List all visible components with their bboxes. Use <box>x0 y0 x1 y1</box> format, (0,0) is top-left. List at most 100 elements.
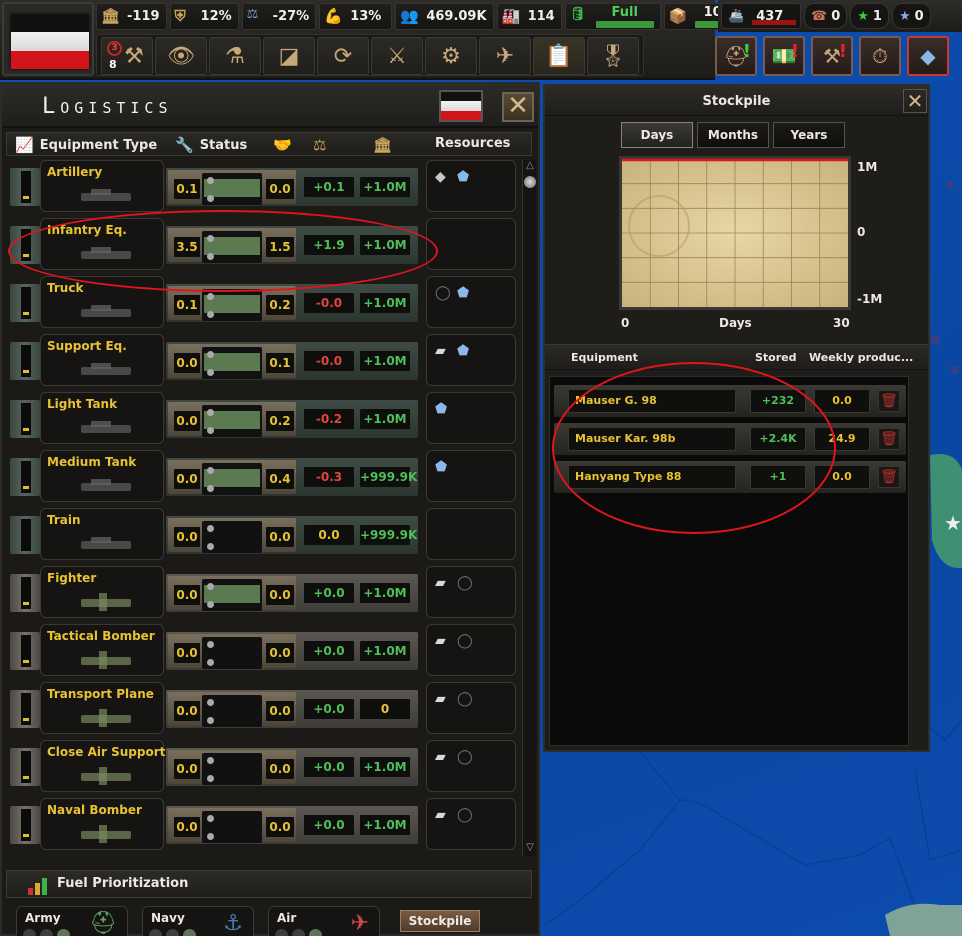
status-slider[interactable] <box>202 347 262 379</box>
logistics-country-flag[interactable] <box>439 90 483 122</box>
priority-dots[interactable] <box>23 929 70 936</box>
slider-knob[interactable] <box>207 427 214 434</box>
slider-knob[interactable] <box>207 235 214 242</box>
fuel-card-army[interactable]: Army ⛑ <box>16 906 128 936</box>
slider-knob[interactable] <box>207 253 214 260</box>
slider-knob[interactable] <box>207 717 214 724</box>
slider-knob[interactable] <box>207 293 214 300</box>
equipment-row[interactable]: Medium Tank 0.0 0.4 -0.3 +999.9K ⬟ <box>8 450 518 504</box>
slider-knob[interactable] <box>207 351 214 358</box>
fuel-card-navy[interactable]: Navy ⚓ <box>142 906 254 936</box>
country-flag-button[interactable] <box>2 2 94 76</box>
diplomacy-stat[interactable]: ☎ 0 <box>804 3 848 29</box>
slider-knob[interactable] <box>207 543 214 550</box>
equipment-row[interactable]: Tactical Bomber 0.0 0.0 +0.0 +1.0M ▰ ◯ <box>8 624 518 678</box>
priority-lever[interactable] <box>10 632 40 670</box>
slider-knob[interactable] <box>207 659 214 666</box>
manpower-percent[interactable]: 💪 13% <box>319 3 393 30</box>
green-star-stat[interactable]: ★ 1 <box>850 3 889 29</box>
tab-months[interactable]: Months <box>697 122 769 148</box>
slider-knob[interactable] <box>207 525 214 532</box>
equipment-row[interactable]: Train 0.0 0.0 0.0 +999.9K <box>8 508 518 562</box>
slider-knob[interactable] <box>207 311 214 318</box>
intelligence-button[interactable]: 👁 <box>155 37 207 75</box>
gavel-clock-alert-button[interactable]: ⏱ <box>859 36 901 76</box>
equipment-card[interactable]: Naval Bomber <box>40 798 164 850</box>
equipment-type-header[interactable]: 📈 Equipment Type <box>15 136 157 154</box>
status-header[interactable]: 🔧 Status <box>175 136 247 154</box>
money-alert-button[interactable]: 💵! <box>763 36 805 76</box>
priority-lever[interactable] <box>10 690 40 728</box>
scroll-up-icon[interactable]: △ <box>524 160 536 174</box>
slider-knob[interactable] <box>207 485 214 492</box>
stockpile-item-row[interactable]: Hanyang Type 88 +1 0.0 🗑 <box>554 461 906 493</box>
status-slider[interactable] <box>202 811 262 843</box>
priority-lever[interactable] <box>10 574 40 612</box>
equipment-row[interactable]: Transport Plane 0.0 0.0 +0.0 0 ▰ ◯ <box>8 682 518 736</box>
priority-lever[interactable] <box>10 748 40 786</box>
army-design-button[interactable]: ✈ <box>479 37 531 75</box>
equipment-column-header[interactable]: Equipment <box>571 351 638 364</box>
fuel-stockpile-button[interactable]: Stockpile <box>400 910 480 932</box>
resources-alert-button[interactable]: ◆ <box>907 36 949 76</box>
logistics-close-button[interactable]: ✕ <box>502 92 534 122</box>
equipment-card[interactable]: Train <box>40 508 164 560</box>
equipment-row[interactable]: Truck 0.1 0.2 -0.0 +1.0M ◯ ⬟ <box>8 276 518 330</box>
slider-knob[interactable] <box>207 699 214 706</box>
stockpile-close-button[interactable]: ✕ <box>903 89 927 113</box>
slider-knob[interactable] <box>207 815 214 822</box>
equipment-row[interactable]: Naval Bomber 0.0 0.0 +0.0 +1.0M ▰ ◯ <box>8 798 518 852</box>
status-slider[interactable] <box>202 405 262 437</box>
slider-knob[interactable] <box>207 601 214 608</box>
status-slider[interactable] <box>202 753 262 785</box>
delete-button[interactable]: 🗑 <box>878 466 900 488</box>
slider-knob[interactable] <box>207 583 214 590</box>
logistics-button[interactable]: 📋 <box>533 37 585 75</box>
slider-knob[interactable] <box>207 641 214 648</box>
fuel[interactable]: 🛢 Full <box>564 3 661 30</box>
tab-days[interactable]: Days <box>621 122 693 148</box>
production-button[interactable]: ◪ <box>263 37 315 75</box>
army-alert-button[interactable]: ⛑! <box>715 36 757 76</box>
tab-years[interactable]: Years <box>773 122 845 148</box>
production-gear-button[interactable]: ⚙ <box>425 37 477 75</box>
political-power[interactable]: 🏛 -119 <box>96 3 167 30</box>
equipment-card[interactable]: Artillery <box>40 160 164 212</box>
scroll-thumb[interactable] <box>524 176 536 188</box>
priority-lever[interactable] <box>10 284 40 322</box>
construction-button[interactable]: ⚔ <box>371 37 423 75</box>
slider-knob[interactable] <box>207 409 214 416</box>
priority-dots[interactable] <box>149 929 196 936</box>
balance-header[interactable]: ⚖ <box>313 136 326 154</box>
equipment-row[interactable]: Infantry Eq. 3.5 1.5 +1.9 +1.0M <box>8 218 518 272</box>
equipment-row[interactable]: Fighter 0.0 0.0 +0.0 +1.0M ▰ ◯ <box>8 566 518 620</box>
stored-column-header[interactable]: Stored <box>755 351 797 364</box>
blue-star-stat[interactable]: ★ 0 <box>891 3 931 29</box>
war-support[interactable]: ⚖ -27% <box>241 3 317 30</box>
equipment-row[interactable]: Light Tank 0.0 0.2 -0.2 +1.0M ⬟ <box>8 392 518 446</box>
equipment-card[interactable]: Light Tank <box>40 392 164 444</box>
priority-dots[interactable] <box>275 929 322 936</box>
status-slider[interactable] <box>202 579 262 611</box>
equipment-card[interactable]: Medium Tank <box>40 450 164 502</box>
slider-knob[interactable] <box>207 369 214 376</box>
equipment-row[interactable]: Close Air Support 0.0 0.0 +0.0 +1.0M ▰ ◯ <box>8 740 518 794</box>
resources-header[interactable]: Resources <box>435 136 510 151</box>
slider-knob[interactable] <box>207 775 214 782</box>
priority-lever[interactable] <box>10 400 40 438</box>
equipment-card[interactable]: Truck <box>40 276 164 328</box>
delete-button[interactable]: 🗑 <box>878 390 900 412</box>
equipment-card[interactable]: Fighter <box>40 566 164 618</box>
stockpile-item-row[interactable]: Mauser Kar. 98b +2.4K 24.9 🗑 <box>554 423 906 455</box>
equipment-card[interactable]: Close Air Support <box>40 740 165 792</box>
priority-lever[interactable] <box>10 516 40 554</box>
priority-lever[interactable] <box>10 342 40 380</box>
scroll-down-icon[interactable]: ▽ <box>524 842 536 856</box>
status-slider[interactable] <box>202 521 262 553</box>
equipment-card[interactable]: Support Eq. <box>40 334 164 386</box>
slider-knob[interactable] <box>207 833 214 840</box>
factories[interactable]: 🏭 114 <box>496 3 562 30</box>
priority-lever[interactable] <box>10 806 40 844</box>
officer-corps-button[interactable]: 🎖 <box>587 37 639 75</box>
slider-knob[interactable] <box>207 195 214 202</box>
